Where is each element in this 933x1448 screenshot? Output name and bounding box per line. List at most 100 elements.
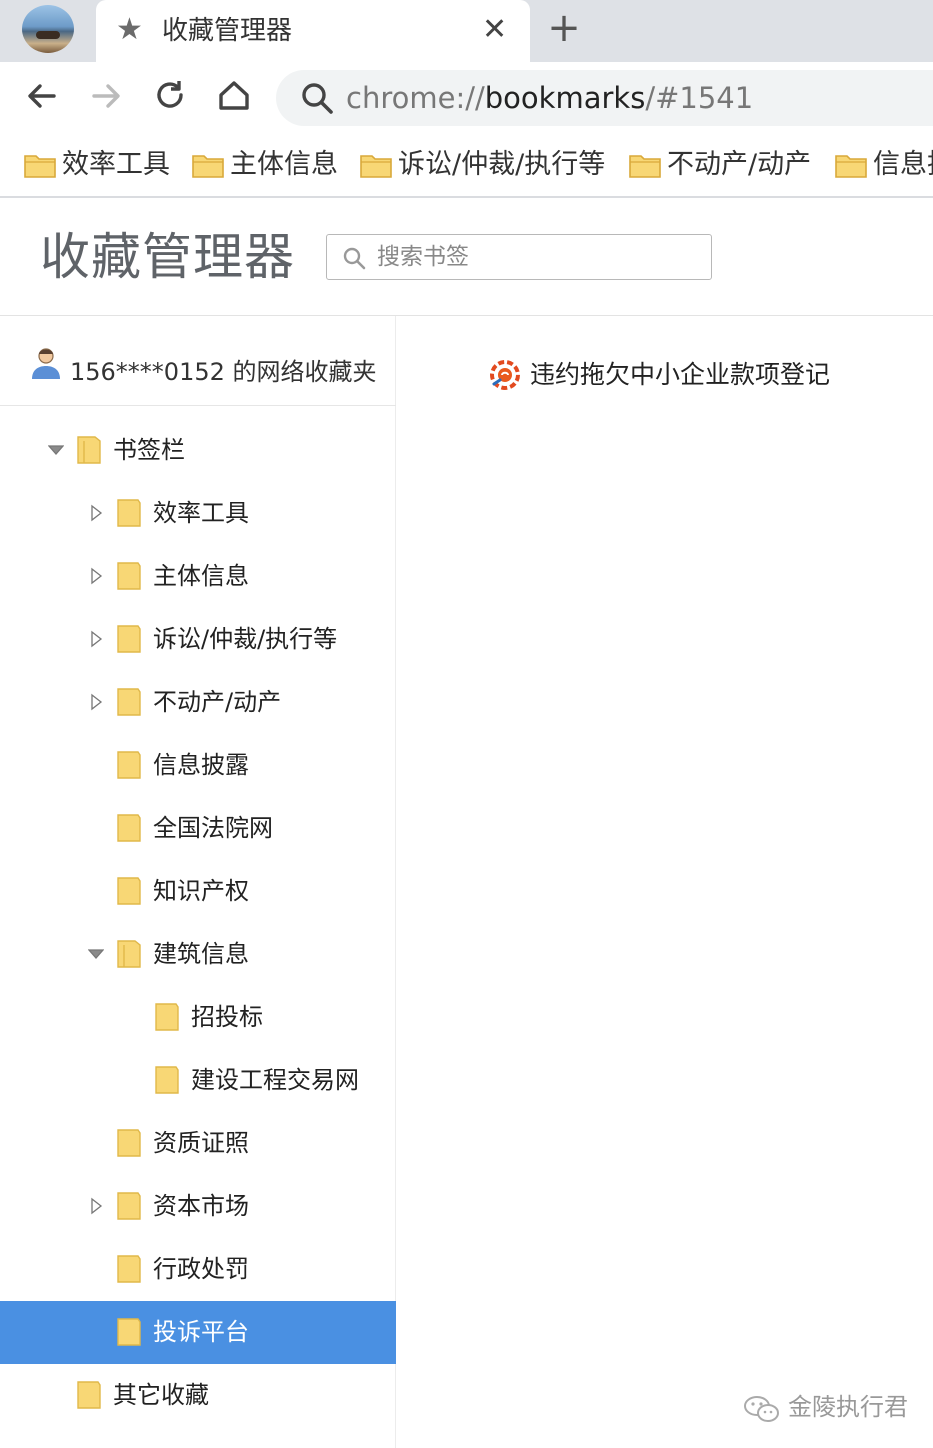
folder-icon (192, 155, 224, 178)
search-input[interactable] (377, 241, 697, 273)
folder-icon (835, 155, 867, 178)
search-icon (343, 247, 366, 270)
folder-icon (24, 155, 56, 178)
bookmark-label: 效率工具 (62, 149, 170, 180)
tree-item[interactable]: 不动产/动产 (0, 671, 396, 734)
manager-header: 收藏管理器 (0, 200, 933, 316)
bookmark-label: 信息披露 (873, 149, 933, 180)
forward-button[interactable] (84, 74, 128, 118)
tree-item-label: 建筑信息 (153, 940, 249, 968)
triangle-down-icon[interactable] (88, 945, 104, 963)
folder-icon (117, 562, 141, 590)
tree-item-label: 诉讼/仲裁/执行等 (153, 625, 338, 653)
folder-icon (117, 751, 141, 779)
folder-sidebar: 156****0152 的网络收藏夹 书签栏效率工具主体信息诉讼/仲裁/执行等不… (0, 316, 396, 1448)
tree-item-label: 信息披露 (153, 751, 249, 779)
star-icon: ★ (116, 12, 143, 47)
tree-item-label: 建设工程交易网 (191, 1066, 359, 1094)
folder-icon (117, 814, 141, 842)
tree-item[interactable]: 建设工程交易网 (0, 1049, 396, 1112)
tree-item[interactable]: 招投标 (0, 986, 396, 1049)
address-bar[interactable]: chrome://bookmarks/#1541 (276, 70, 933, 126)
forward-arrow-icon (92, 84, 120, 108)
tree-item-label: 不动产/动产 (153, 688, 282, 716)
triangle-right-icon[interactable] (88, 630, 104, 648)
bookmark-label: 不动产/动产 (667, 149, 812, 180)
new-tab-button[interactable]: + (544, 6, 584, 50)
home-button[interactable] (212, 74, 256, 118)
account-label: 156****0152 的网络收藏夹 (70, 358, 377, 386)
folder-open-icon (117, 940, 141, 968)
tree-item[interactable]: 行政处罚 (0, 1238, 396, 1301)
tree-item-label: 效率工具 (153, 499, 249, 527)
bookmark-label: 主体信息 (230, 149, 338, 180)
tab-bookmarks[interactable]: ★ 收藏管理器 ✕ (96, 0, 530, 62)
bookmarks-bar: 效率工具 主体信息 诉讼/仲裁/执行等 不动产/动产 信息披露 (0, 132, 933, 198)
tree-item[interactable]: 资质证照 (0, 1112, 396, 1175)
folder-icon (629, 155, 661, 178)
folder-open-icon (77, 436, 101, 464)
reload-button[interactable] (148, 74, 192, 118)
tree-item-label: 行政处罚 (153, 1255, 249, 1283)
tree-item-label: 招投标 (191, 1003, 263, 1031)
avatar-photo-detail (36, 31, 60, 39)
wechat-icon (744, 1396, 779, 1422)
bookmark-title: 违约拖欠中小企业款项登记 (530, 360, 831, 389)
profile-avatar[interactable] (22, 5, 74, 53)
tree-item[interactable]: 建筑信息 (0, 923, 396, 986)
tree-item[interactable]: 全国法院网 (0, 797, 396, 860)
back-button[interactable] (20, 74, 64, 118)
tree-item[interactable]: 诉讼/仲裁/执行等 (0, 608, 396, 671)
tree-item[interactable]: 资本市场 (0, 1175, 396, 1238)
folder-icon (117, 877, 141, 905)
tree-item-label: 全国法院网 (153, 814, 273, 842)
user-icon (32, 348, 60, 379)
site-favicon-icon (490, 360, 520, 390)
folder-icon (117, 1129, 141, 1157)
watermark-text: 金陵执行君 (788, 1393, 908, 1421)
tree-item[interactable]: 信息披露 (0, 734, 396, 797)
triangle-right-icon[interactable] (88, 1197, 104, 1215)
back-arrow-icon (28, 84, 56, 108)
triangle-right-icon[interactable] (88, 693, 104, 711)
tree-item[interactable]: 其它收藏 (0, 1364, 396, 1427)
url-scheme: chrome:// (346, 81, 485, 115)
folder-icon (117, 499, 141, 527)
triangle-right-icon[interactable] (88, 567, 104, 585)
search-icon (302, 83, 333, 114)
tree-item[interactable]: 知识产权 (0, 860, 396, 923)
folder-icon (117, 625, 141, 653)
tree-item-label: 资质证照 (153, 1129, 249, 1157)
reload-icon (157, 81, 183, 108)
url-host: bookmarks (484, 81, 646, 115)
tree-item-label: 主体信息 (153, 562, 249, 590)
page-title: 收藏管理器 (40, 228, 295, 286)
url-text: chrome://bookmarks/#1541 (346, 78, 753, 118)
folder-icon (77, 1381, 101, 1409)
url-path: /#1541 (645, 81, 754, 115)
tab-title: 收藏管理器 (162, 16, 293, 46)
tree-item[interactable]: 书签栏 (0, 419, 396, 482)
tree-item-label: 资本市场 (153, 1192, 249, 1220)
tree-item[interactable]: 主体信息 (0, 545, 396, 608)
home-icon (219, 81, 249, 110)
triangle-right-icon[interactable] (88, 504, 104, 522)
tab-close-icon[interactable]: ✕ (482, 12, 507, 48)
folder-icon (117, 1318, 141, 1346)
folder-icon (155, 1003, 179, 1031)
triangle-down-icon[interactable] (48, 441, 64, 459)
bookmark-label: 诉讼/仲裁/执行等 (398, 149, 606, 180)
tab-strip: ★ 收藏管理器 ✕ + (0, 0, 933, 62)
tree-item[interactable]: 投诉平台 (0, 1301, 396, 1364)
browser-toolbar: chrome://bookmarks/#1541 (0, 62, 933, 132)
tree-item-label: 其它收藏 (113, 1381, 209, 1409)
folder-icon (360, 155, 392, 178)
folder-icon (117, 688, 141, 716)
tree-item-label: 书签栏 (113, 436, 185, 464)
tree-item-label: 投诉平台 (153, 1318, 249, 1346)
tree-item[interactable]: 效率工具 (0, 482, 396, 545)
account-header[interactable]: 156****0152 的网络收藏夹 (0, 316, 396, 406)
tree-item-label: 知识产权 (153, 877, 249, 905)
folder-icon (155, 1066, 179, 1094)
bookmark-search[interactable] (326, 234, 712, 280)
